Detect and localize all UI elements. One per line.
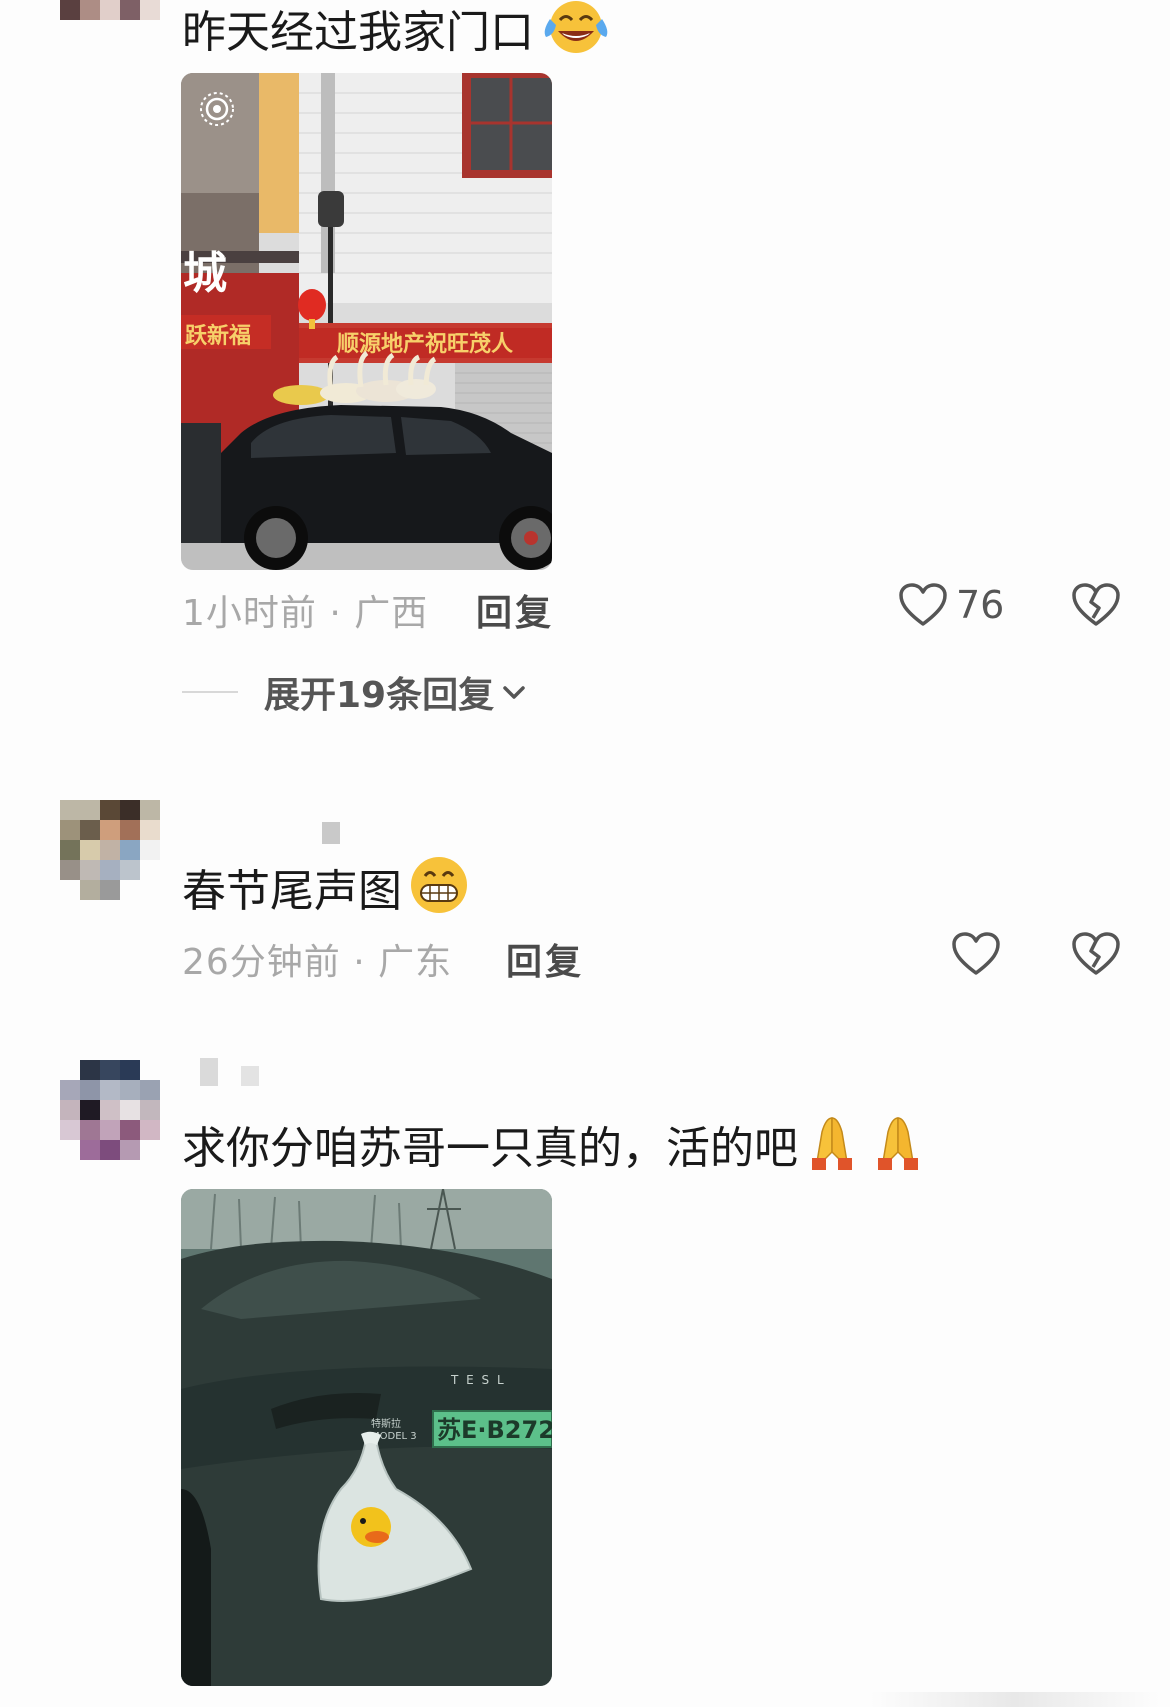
heart-outline-icon bbox=[952, 932, 1000, 975]
grinning-emoji bbox=[408, 854, 470, 930]
comment-photo-car-with-geese[interactable]: 跃新福 顺源地产祝旺茂人 城 bbox=[181, 73, 552, 570]
expand-replies-label: 展开19条回复 bbox=[264, 675, 495, 716]
chevron-down-icon bbox=[503, 686, 525, 699]
like-button[interactable]: 76 bbox=[898, 582, 1004, 628]
avatar[interactable] bbox=[60, 0, 160, 40]
comment-meta: 1小时前 · 广西 bbox=[182, 593, 429, 634]
broken-heart-icon bbox=[1072, 932, 1120, 975]
like-button[interactable] bbox=[951, 931, 1009, 977]
tears-of-joy-emoji bbox=[540, 0, 612, 69]
comment-photo-tesla-duck[interactable]: T E S L 特斯拉 MODEL 3 苏E·B2723 bbox=[181, 1189, 552, 1686]
photo-banner-left: 跃新福 bbox=[185, 323, 251, 349]
heart-outline-icon bbox=[899, 583, 947, 626]
comment-body: 昨天经过我家门口 bbox=[182, 7, 534, 58]
photo-sign-char: 城 bbox=[183, 248, 227, 299]
reply-button[interactable]: 回复 bbox=[476, 584, 554, 636]
watermark-strip bbox=[870, 1692, 1160, 1707]
username-blurred[interactable] bbox=[200, 1058, 277, 1086]
avatar[interactable] bbox=[60, 800, 160, 900]
folded-hands-emoji bbox=[804, 1112, 934, 1186]
like-count: 76 bbox=[956, 583, 1005, 627]
comment-meta: 26分钟前 · 广东 bbox=[182, 942, 453, 983]
expand-divider bbox=[182, 691, 238, 693]
comment-body: 求你分咱苏哥一只真的，活的吧 bbox=[182, 1123, 798, 1174]
car-brand-text: T E S L bbox=[450, 1373, 506, 1387]
comment-text: 求你分咱苏哥一只真的，活的吧 bbox=[182, 1112, 934, 1186]
comment-body: 春节尾声图 bbox=[182, 866, 402, 917]
username-blurred[interactable] bbox=[322, 822, 358, 844]
comment-text: 春节尾声图 bbox=[182, 854, 470, 930]
comment-text: 昨天经过我家门口 bbox=[182, 0, 612, 69]
expand-replies[interactable]: 展开19条回复 bbox=[182, 666, 528, 718]
dislike-button[interactable] bbox=[1071, 582, 1121, 628]
broken-heart-icon bbox=[1072, 583, 1120, 626]
reply-button[interactable]: 回复 bbox=[506, 933, 584, 985]
dislike-button[interactable] bbox=[1071, 931, 1121, 977]
avatar[interactable] bbox=[60, 1060, 160, 1160]
license-plate-text: 苏E·B2723 bbox=[437, 1416, 552, 1444]
car-badge-line1: 特斯拉 bbox=[371, 1417, 401, 1430]
